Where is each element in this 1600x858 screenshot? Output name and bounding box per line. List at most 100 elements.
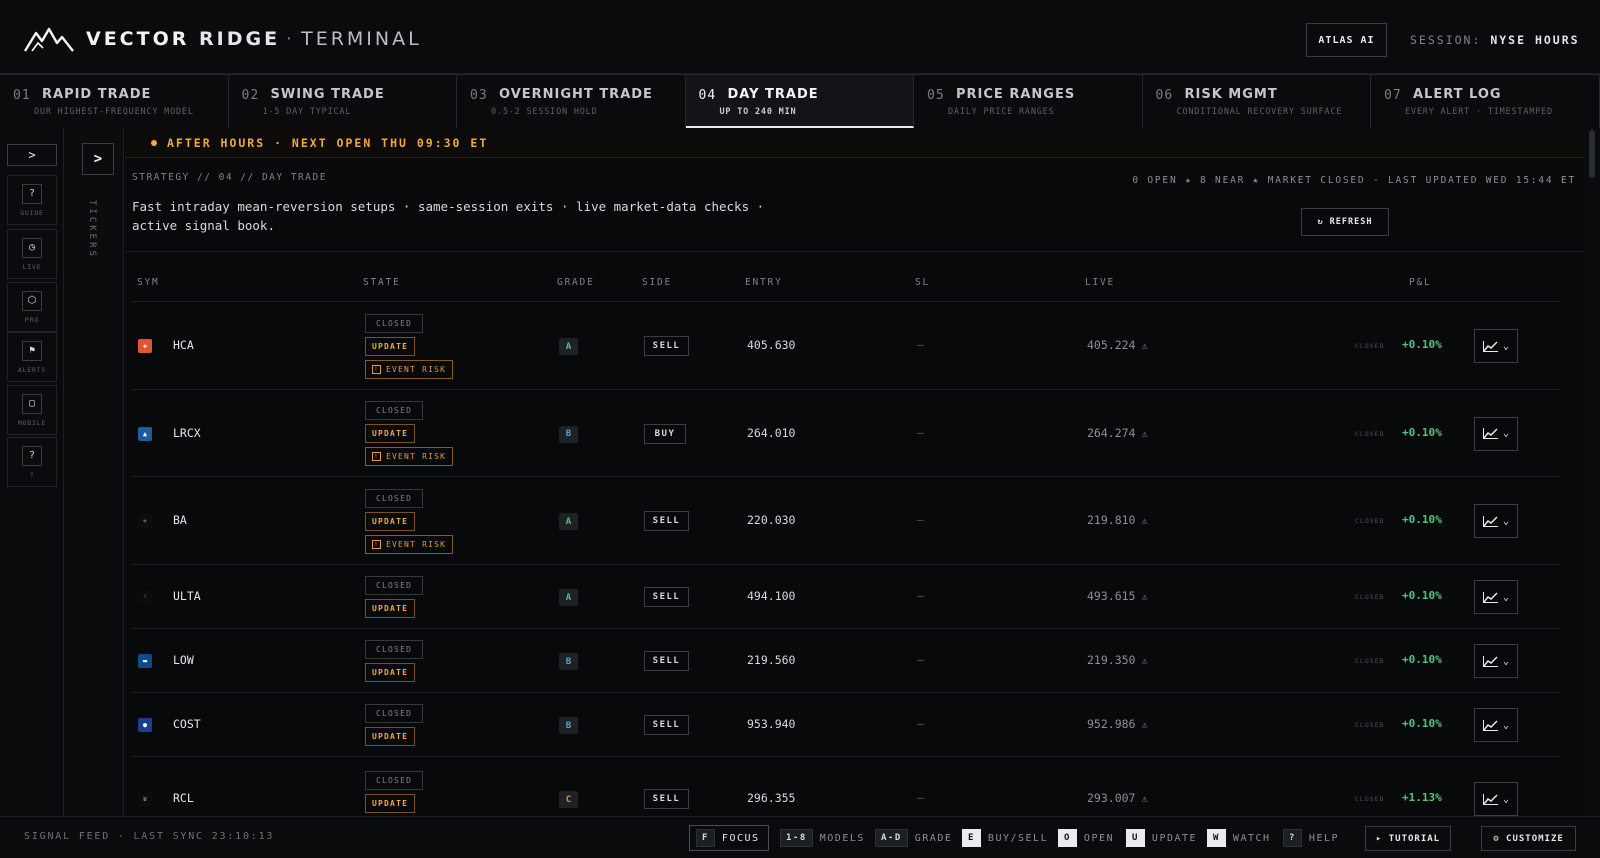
- stale-warning-icon: ⚠: [1141, 592, 1148, 603]
- state-update-badge[interactable]: UPDATE: [365, 424, 416, 443]
- stop-loss-value: —: [917, 653, 924, 666]
- live-price-value: 219.810: [1087, 513, 1136, 527]
- shortcut-models[interactable]: 1-8 MODELS: [780, 829, 865, 847]
- state-update-badge[interactable]: UPDATE: [365, 727, 416, 746]
- rail-item-pro[interactable]: ⬡ PRO: [7, 282, 57, 332]
- line-chart-icon: [1482, 719, 1498, 731]
- rail-item-live[interactable]: ◷ LIVE: [7, 229, 57, 279]
- rail-item-label: ?: [29, 470, 35, 479]
- rail-help-icon: ?: [22, 445, 42, 466]
- symbol-cell[interactable]: COST: [173, 717, 201, 731]
- chart-dropdown-button[interactable]: ⌄: [1474, 504, 1518, 538]
- symbol-cell[interactable]: BA: [173, 513, 187, 527]
- symbol-cell[interactable]: LRCX: [173, 426, 201, 440]
- pnl-value: +0.10%: [1402, 717, 1442, 730]
- vertical-scrollbar[interactable]: [1584, 128, 1600, 816]
- stale-warning-icon: ⚠: [1141, 341, 1148, 352]
- rail-item-label: ALERTS: [17, 365, 47, 374]
- table-row[interactable]: ✚ HCA CLOSED UPDATE! EVENT RISK A SELL 405.630 —…: [132, 302, 1560, 390]
- symbol-cell[interactable]: LOW: [173, 653, 194, 667]
- col-sl[interactable]: SL: [915, 277, 930, 288]
- shortcut-key: E: [962, 829, 981, 847]
- tab-alert-log[interactable]: 07 ALERT LOG EVERY ALERT · TIMESTAMPED: [1371, 74, 1600, 128]
- rail-expand-button[interactable]: >: [7, 144, 57, 166]
- col-state[interactable]: STATE: [363, 277, 401, 288]
- live-price: 405.224 ⚠: [1087, 338, 1148, 352]
- event-risk-badge[interactable]: ! EVENT RISK: [365, 359, 454, 379]
- shortcut-grade[interactable]: A-D GRADE: [875, 829, 952, 847]
- section-divider: [125, 251, 1584, 252]
- state-update-badge[interactable]: UPDATE: [365, 663, 416, 682]
- col-side[interactable]: SIDE: [642, 277, 672, 288]
- pnl-value: +1.13%: [1402, 791, 1442, 804]
- shortcut-open[interactable]: O OPEN: [1058, 829, 1114, 847]
- chevron-down-icon: ⌄: [1502, 428, 1510, 439]
- chart-dropdown-button[interactable]: ⌄: [1474, 580, 1518, 614]
- shortcut-label: OPEN: [1083, 832, 1115, 844]
- tab-day-trade[interactable]: 04 DAY TRADE UP TO 240 MIN: [685, 74, 914, 128]
- rail-item-alerts[interactable]: ⚑ ALERTS: [7, 332, 57, 382]
- ulta-logo-icon: ◦: [138, 590, 152, 604]
- rail-item-mobile[interactable]: ▢ MOBILE: [7, 385, 57, 435]
- table-row[interactable]: ▲ LRCX CLOSED UPDATE! EVENT RISK B BUY 264.010 —…: [132, 390, 1560, 477]
- table-row[interactable]: ▬ LOW CLOSED UPDATE B SELL 219.560 — 219.350 ⚠ CLO…: [132, 629, 1560, 693]
- tutorial-button[interactable]: ▸ TUTORIAL: [1365, 826, 1451, 851]
- tab-risk-mgmt[interactable]: 06 RISK MGMT CONDITIONAL RECOVERY SURFACE: [1142, 74, 1371, 128]
- chart-dropdown-button[interactable]: ⌄: [1474, 416, 1518, 451]
- shortcut-update[interactable]: U UPDATE: [1126, 829, 1197, 847]
- col-entry[interactable]: ENTRY: [745, 277, 783, 288]
- symbol-cell[interactable]: RCL: [173, 791, 194, 805]
- chart-dropdown-button[interactable]: ⌄: [1474, 644, 1518, 678]
- refresh-button[interactable]: ↻ REFRESH: [1301, 208, 1389, 236]
- state-update-badge[interactable]: UPDATE: [365, 511, 416, 531]
- col-live[interactable]: LIVE: [1085, 277, 1115, 288]
- shortcut-buy-sell[interactable]: E BUY/SELL: [962, 829, 1048, 847]
- shortcut-key: F: [696, 829, 715, 847]
- tab-number: 07: [1384, 88, 1402, 103]
- chart-dropdown-button[interactable]: ⌄: [1474, 708, 1518, 742]
- ba-logo-icon: ✈: [138, 514, 152, 528]
- chart-dropdown-button[interactable]: ⌄: [1474, 329, 1518, 363]
- event-risk-badge[interactable]: ! EVENT RISK: [365, 534, 454, 554]
- table-row[interactable]: ♛ RCL CLOSED UPDATE C SELL 296.355 — 293.007 ⚠ CLO…: [132, 757, 1560, 816]
- event-risk-label: EVENT RISK: [386, 364, 447, 374]
- tab-subtitle: UP TO 240 MIN: [719, 107, 797, 117]
- tab-subtitle: EVERY ALERT · TIMESTAMPED: [1405, 107, 1553, 117]
- side-badge: BUY: [644, 423, 686, 444]
- scrollbar-thumb[interactable]: [1589, 130, 1595, 178]
- tab-rapid-trade[interactable]: 01 RAPID TRADE OUR HIGHEST-FREQUENCY MODEL: [0, 74, 229, 128]
- table-row[interactable]: ◦ ULTA CLOSED UPDATE A SELL 494.100 — 493.615 ⚠ CL…: [132, 565, 1560, 629]
- tab-price-ranges[interactable]: 05 PRICE RANGES DAILY PRICE RANGES: [914, 74, 1143, 128]
- shortcut-watch[interactable]: W WATCH: [1207, 829, 1271, 847]
- shortcut-help[interactable]: ? HELP: [1283, 829, 1339, 847]
- chart-dropdown-button[interactable]: ⌄: [1474, 782, 1518, 816]
- tab-swing-trade[interactable]: 02 SWING TRADE 1-5 DAY TYPICAL: [228, 74, 457, 128]
- state-closed-badge: CLOSED: [365, 704, 424, 723]
- entry-price: 405.630: [747, 338, 796, 352]
- tickers-expand-button[interactable]: >: [82, 143, 114, 175]
- shortcut-label: BUY/SELL: [987, 832, 1049, 844]
- atlas-ai-button[interactable]: ATLAS AI: [1306, 23, 1387, 57]
- symbol-cell[interactable]: HCA: [173, 338, 194, 352]
- entry-price: 220.030: [747, 513, 796, 527]
- pnl-value: +0.10%: [1402, 425, 1442, 439]
- entry-price: 219.560: [747, 653, 796, 667]
- customize-button[interactable]: ⚙ CUSTOMIZE: [1481, 826, 1576, 851]
- col-grade[interactable]: GRADE: [557, 277, 595, 288]
- state-update-badge[interactable]: UPDATE: [365, 794, 416, 813]
- stale-warning-icon: ⚠: [1141, 720, 1148, 731]
- warning-icon: !: [372, 539, 381, 549]
- state-update-badge[interactable]: UPDATE: [365, 336, 416, 356]
- state-update-badge[interactable]: UPDATE: [365, 599, 416, 618]
- line-chart-icon: [1482, 515, 1498, 527]
- rail-item-help[interactable]: ??: [7, 437, 57, 487]
- symbol-cell[interactable]: ULTA: [173, 589, 201, 603]
- col-pnl[interactable]: P&L: [1409, 277, 1432, 288]
- rail-item-guide[interactable]: ? GUIDE: [7, 175, 57, 225]
- table-row[interactable]: ✈ BA CLOSED UPDATE! EVENT RISK A SELL 220.030 — 2…: [132, 477, 1560, 565]
- event-risk-badge[interactable]: ! EVENT RISK: [365, 447, 454, 466]
- shortcut-focus[interactable]: F FOCUS: [689, 825, 769, 851]
- tab-overnight-trade[interactable]: 03 OVERNIGHT TRADE 0.5-2 SESSION HOLD: [457, 74, 686, 128]
- col-sym[interactable]: SYM: [137, 277, 160, 288]
- table-row[interactable]: ● COST CLOSED UPDATE B SELL 953.940 — 952.986 ⚠ CL…: [132, 693, 1560, 757]
